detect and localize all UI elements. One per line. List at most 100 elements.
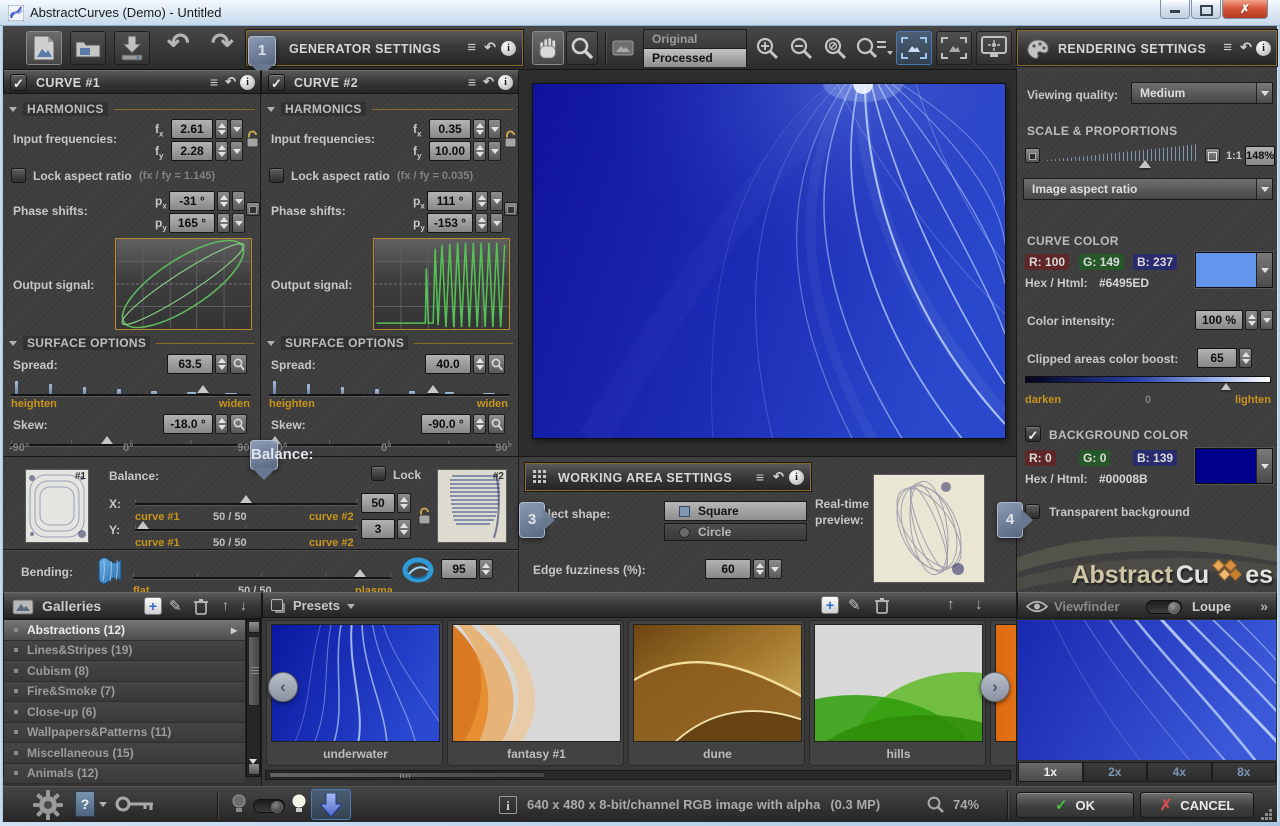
viewing-quality-dropdown[interactable]: Medium (1131, 82, 1273, 104)
bending-marker[interactable] (354, 569, 366, 577)
curve-color-swatch[interactable] (1195, 252, 1273, 288)
curve1-fx-input[interactable]: 2.61 (171, 119, 213, 139)
balance-x-slider[interactable] (135, 495, 357, 511)
scale-marker[interactable] (1139, 160, 1151, 168)
clipped-boost-marker[interactable] (1221, 383, 1231, 390)
close-button[interactable]: ✗ (1222, 0, 1268, 19)
balance-x-stepper[interactable] (397, 493, 411, 513)
add-preset-button[interactable]: + (821, 596, 839, 614)
delete-preset-button[interactable] (875, 597, 889, 614)
toggle-knob[interactable] (1168, 602, 1180, 614)
curve2-info-icon[interactable]: i (498, 75, 513, 90)
curve1-px-input[interactable]: -31 ° (169, 191, 215, 211)
working-area-info-icon[interactable]: i (789, 470, 804, 485)
scrollbar-thumb[interactable] (248, 636, 260, 706)
bending-input[interactable]: 95 (441, 559, 477, 579)
rendering-settings-header[interactable]: RENDERING SETTINGS ≡ ↶ i (1017, 30, 1277, 66)
curve1-fy-dropdown[interactable] (230, 141, 243, 161)
curve2-skew-zoom-button[interactable] (488, 414, 505, 434)
preset-card-dune[interactable]: dune (628, 620, 805, 766)
scale-value[interactable]: 148% (1245, 146, 1275, 166)
curve2-skew-stepper[interactable] (473, 414, 486, 434)
cancel-button[interactable]: ✗ CANCEL (1140, 792, 1254, 818)
rendering-menu-icon[interactable]: ≡ (1223, 39, 1232, 56)
curve1-phase-link-button[interactable] (246, 202, 260, 216)
zoom-level-value[interactable]: 74% (953, 797, 979, 812)
curve1-harmonics-section[interactable]: HARMONICS (9, 102, 255, 116)
generator-menu-icon[interactable]: ≡ (467, 39, 476, 56)
download-presets-button[interactable] (311, 789, 351, 820)
curve2-spread-input[interactable]: 40.0 (425, 354, 471, 374)
open-image-button[interactable] (70, 31, 106, 65)
curve2-header[interactable]: ✓ CURVE #2 ≡ ↶ i (261, 70, 519, 94)
canvas-image[interactable] (532, 62, 1009, 448)
gallery-item-miscellaneous[interactable]: Miscellaneous (15) (4, 743, 245, 764)
gallery-item-fire-smoke[interactable]: Fire&Smoke (7) (4, 681, 245, 702)
aspect-ratio-dropdown[interactable]: Image aspect ratio (1023, 178, 1273, 200)
settings-gear-button[interactable] (33, 790, 63, 820)
gallery-item-abstractions[interactable]: Abstractions (12) ▸ (4, 620, 245, 641)
curve1-reset-icon[interactable]: ↶ (225, 74, 236, 90)
gallery-item-lines-stripes[interactable]: Lines&Stripes (19) (4, 640, 245, 661)
processed-option[interactable]: Processed (644, 48, 746, 67)
curve2-skew-input[interactable]: -90.0 ° (421, 414, 471, 434)
generator-settings-header[interactable]: GENERATOR SETTINGS ≡ ↶ i (246, 30, 523, 66)
curve2-fx-stepper[interactable] (473, 119, 486, 139)
curve2-fy-stepper[interactable] (473, 141, 486, 161)
curve1-header[interactable]: ✓ CURVE #1 ≡ ↶ i (3, 70, 261, 94)
curve2-spread-zoom-button[interactable] (488, 354, 505, 374)
curve1-px-stepper[interactable] (217, 191, 230, 211)
curve1-spread-zoom-button[interactable] (230, 354, 247, 374)
rendering-info-icon[interactable]: i (1256, 41, 1271, 56)
shape-circle-option[interactable]: Circle (664, 523, 807, 541)
fit-screen-button[interactable] (936, 31, 972, 65)
loupe-label[interactable]: Loupe (1192, 599, 1231, 614)
background-color-checkbox[interactable]: ✓ (1025, 426, 1041, 443)
galleries-scrollbar[interactable] (246, 619, 261, 781)
loupe-zoom-1x[interactable]: 1x (1018, 762, 1083, 782)
generator-reset-icon[interactable]: ↶ (484, 39, 496, 56)
curve1-skew-stepper[interactable] (215, 414, 228, 434)
help-button[interactable]: ? (75, 791, 95, 817)
bg-color-swatch[interactable] (1195, 448, 1273, 484)
edge-fuzziness-input[interactable]: 60 (705, 559, 751, 579)
presets-title[interactable]: Presets (293, 598, 340, 613)
curve2-px-input[interactable]: 111 ° (427, 191, 473, 211)
new-image-button[interactable] (26, 31, 62, 65)
curve1-menu-icon[interactable]: ≡ (210, 74, 218, 90)
curve1-spread-slider[interactable] (11, 374, 251, 396)
gallery-item-close-up[interactable]: Close-up (6) (4, 702, 245, 723)
panel-expand-chevrons[interactable]: » (1260, 598, 1268, 614)
curve1-fx-dropdown[interactable] (230, 119, 243, 139)
balance-x-marker[interactable] (240, 495, 252, 503)
balance-lock-checkbox[interactable] (371, 466, 386, 481)
scale-max-button[interactable] (1205, 148, 1220, 163)
export-button[interactable] (114, 31, 150, 65)
ok-button[interactable]: ✓ OK (1016, 792, 1134, 818)
working-area-header[interactable]: WORKING AREA SETTINGS ≡ ↶ i (525, 463, 811, 491)
presets-scrollbar-thumb[interactable] (269, 772, 545, 778)
theme-toggle[interactable] (253, 799, 285, 813)
bending-slider[interactable] (133, 569, 391, 585)
curve2-spread-marker[interactable] (427, 385, 439, 393)
loupe-zoom-2x[interactable]: 2x (1082, 762, 1147, 782)
curve1-fy-stepper[interactable] (215, 141, 228, 161)
scale-slider[interactable] (1047, 144, 1199, 168)
undo-button[interactable]: ↶ (167, 28, 190, 59)
curve1-skew-zoom-button[interactable] (230, 414, 247, 434)
curve2-enabled-checkbox[interactable]: ✓ (268, 74, 285, 91)
curve2-px-dropdown[interactable] (490, 191, 503, 211)
edge-fuzziness-stepper[interactable] (753, 559, 766, 579)
toggle-knob[interactable] (271, 801, 283, 813)
curve2-lock-aspect-checkbox[interactable] (269, 168, 284, 183)
curve2-menu-icon[interactable]: ≡ (468, 74, 476, 90)
working-area-reset-icon[interactable]: ↶ (773, 469, 784, 485)
move-gallery-up-button[interactable]: ↑ (222, 597, 229, 613)
curve1-py-input[interactable]: 165 ° (169, 213, 215, 233)
curve2-py-input[interactable]: -153 ° (427, 213, 473, 233)
redo-button[interactable]: ↷ (211, 28, 234, 59)
curve1-frequency-lock-icon[interactable] (245, 130, 260, 149)
gallery-item-wallpapers[interactable]: Wallpapers&Patterns (11) (4, 722, 245, 743)
scale-min-button[interactable] (1025, 148, 1040, 163)
curve2-px-stepper[interactable] (475, 191, 488, 211)
